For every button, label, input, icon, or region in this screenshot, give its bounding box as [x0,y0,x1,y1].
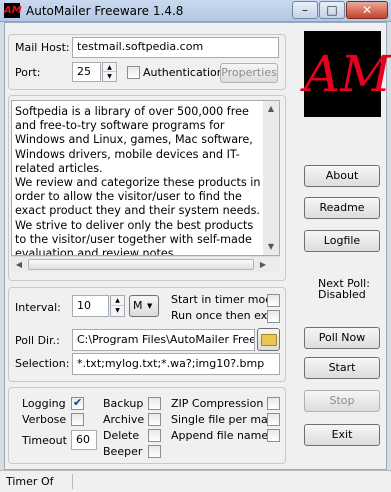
chevron-down-icon[interactable]: ▼ [103,72,116,81]
scroll-right-icon[interactable]: ▶ [255,257,271,273]
zip-compression-label: ZIP Compression [171,397,264,410]
status-bar: Timer Of [0,470,391,492]
browse-folder-button[interactable] [257,328,280,351]
backup-label: Backup [103,397,144,410]
maximize-button[interactable]: □ [319,1,345,19]
poll-dir-label: Poll Dir.: [15,334,60,347]
chevron-up-icon[interactable]: ▲ [111,296,124,306]
window-title: AutoMailer Freeware 1.4.8 [26,4,184,18]
logfile-button[interactable]: Logfile [304,230,380,252]
poll-now-button[interactable]: Poll Now [304,327,380,349]
delete-label: Delete [103,429,140,442]
am-logo: AM [304,31,391,117]
scroll-left-icon[interactable]: ◀ [11,257,27,273]
next-poll-value: Disabled [318,288,366,301]
mail-host-input[interactable]: testmail.softpedia.com [72,37,279,58]
beeper-label: Beeper [103,445,143,458]
timeout-input[interactable]: 60 [71,430,97,450]
selection-label: Selection: [15,357,70,370]
zip-compression-checkbox[interactable] [267,397,280,410]
port-label: Port: [15,66,41,79]
interval-unit-value: M [133,299,143,312]
port-input[interactable]: 25 [72,62,101,82]
folder-icon [261,334,277,346]
scroll-thumb[interactable] [28,259,254,270]
chevron-up-icon[interactable]: ▲ [103,63,116,72]
archive-label: Archive [103,413,145,426]
run-once-label: Run once then exit [171,309,275,322]
authentication-checkbox[interactable] [127,66,140,79]
status-divider [72,474,73,489]
interval-input[interactable]: 10 [72,295,109,317]
beeper-checkbox[interactable] [148,445,161,458]
poll-dir-input[interactable]: C:\Program Files\AutoMailer Freeware [72,329,255,351]
chevron-down-icon[interactable]: ▼ [111,306,124,316]
verbose-label: Verbose [22,413,67,426]
chevron-down-icon: ▼ [147,302,153,310]
run-once-checkbox[interactable] [267,310,280,323]
delete-checkbox[interactable] [148,429,161,442]
title-bar[interactable]: AM AutoMailer Freeware 1.4.8 – □ ✕ [0,0,391,22]
backup-checkbox[interactable] [148,397,161,410]
horizontal-scrollbar[interactable]: ◀ ▶ [11,256,280,272]
start-button[interactable]: Start [304,357,380,379]
logging-label: Logging [22,397,66,410]
readme-button[interactable]: Readme [304,197,380,219]
append-file-names-label: Append file names [171,429,274,442]
single-file-checkbox[interactable] [267,413,280,426]
status-text: Timer Of [6,475,54,488]
about-button[interactable]: About [304,165,380,187]
close-button[interactable]: ✕ [346,1,388,19]
properties-button[interactable]: Properties [220,63,278,83]
vertical-scrollbar[interactable]: ▲ ▼ [263,101,279,255]
verbose-checkbox[interactable] [71,413,84,426]
logging-checkbox[interactable] [71,396,84,410]
port-spinner[interactable]: ▲ ▼ [102,62,117,82]
start-timer-mode-label: Start in timer mode [171,293,279,306]
single-file-label: Single file per mail [171,413,274,426]
mail-host-label: Mail Host: [15,41,70,54]
exit-button[interactable]: Exit [304,424,380,446]
selection-input[interactable]: *.txt;mylog.txt;*.wa?;img10?.bmp [72,353,280,375]
scroll-up-icon[interactable]: ▲ [263,101,279,117]
interval-unit-select[interactable]: M ▼ [129,295,159,317]
stop-button[interactable]: Stop [304,390,380,412]
minimize-button[interactable]: – [292,1,318,19]
archive-checkbox[interactable] [148,413,161,426]
interval-spinner[interactable]: ▲ ▼ [110,295,125,317]
timeout-label: Timeout [22,434,67,447]
authentication-label: Authentication [143,66,224,79]
app-icon: AM [4,3,22,18]
interval-label: Interval: [15,301,61,314]
start-timer-mode-checkbox[interactable] [267,294,280,307]
description-textarea[interactable]: Softpedia is a library of over 500,000 f… [11,100,280,256]
scroll-down-icon[interactable]: ▼ [263,239,279,255]
append-file-names-checkbox[interactable] [267,429,280,442]
